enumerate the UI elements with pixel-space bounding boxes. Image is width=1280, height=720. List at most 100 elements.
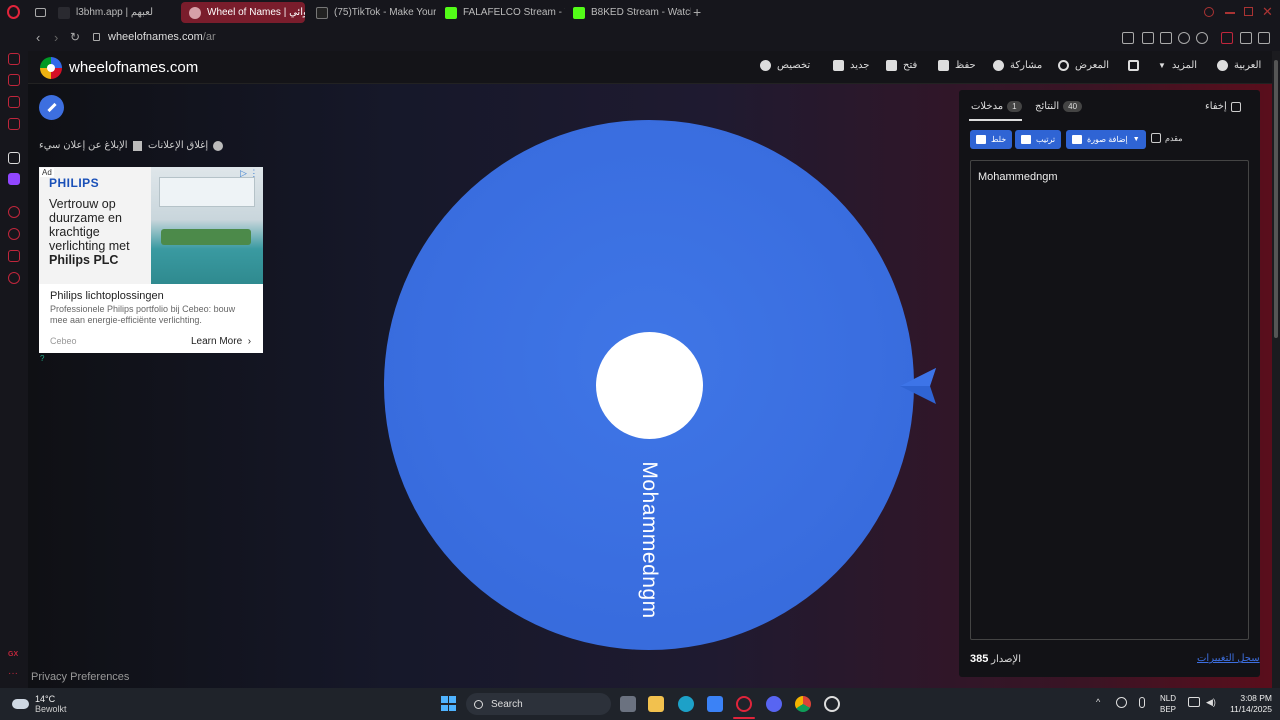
changelog-link[interactable]: سجل التغييرات [1197,653,1260,664]
extensions-icon[interactable] [8,250,20,262]
globe-icon [1217,60,1228,71]
tab-l3bhm[interactable]: l3bhm.app | لعبهم [50,2,178,23]
url-field[interactable]: wheelofnames.com/ar [108,31,216,43]
sort-button[interactable]: ترتيب [1015,130,1062,149]
opera-gx-taskbar-icon[interactable] [736,696,752,712]
tab-results[interactable]: النتائج 40 [1035,101,1083,112]
kick-sidebar-icon[interactable] [8,152,20,164]
language-indicator[interactable]: NLD BEP [1160,693,1176,715]
close-window-icon[interactable]: ✕ [1262,5,1273,18]
tab-entries[interactable]: مدخلات 1 [971,101,1022,112]
tray-expand-icon[interactable]: ^ [1096,697,1100,707]
menu-customize[interactable]: تخصيص [760,60,810,71]
player-icon[interactable] [8,74,20,86]
more-icon[interactable]: ··· [8,668,18,679]
history-icon[interactable] [8,206,20,218]
microphone-icon[interactable] [1139,697,1145,708]
aria-icon[interactable] [8,53,20,65]
advanced-toggle[interactable]: مقدم [1151,133,1182,143]
send-icon[interactable] [1178,32,1190,44]
heart-icon[interactable] [1196,32,1208,44]
tab-b8ked[interactable]: B8KED Stream - Watch L [565,2,691,23]
edge-icon[interactable] [678,696,694,712]
privacy-preferences-link[interactable]: Privacy Preferences [31,671,129,683]
gx-corner-icon[interactable] [8,96,20,108]
forward-icon[interactable]: › [54,30,58,45]
clock-icon[interactable] [8,228,20,240]
close-ads-link[interactable]: إغلاق الإعلانات [148,140,224,151]
network-icon[interactable] [1188,697,1200,707]
menu-open[interactable]: فتح [886,60,917,71]
wheel-hub[interactable] [596,332,703,439]
back-icon[interactable]: ‹ [36,30,40,45]
hide-checkbox[interactable] [1230,101,1241,112]
twitch-icon[interactable] [8,173,20,185]
tab-wheel-of-names[interactable]: Wheel of Names | عشوائي [181,2,305,23]
tab-results-label: النتائج [1035,101,1060,112]
ad-info-icon[interactable]: ? [40,354,44,363]
taskbar-search[interactable]: Search [466,693,611,715]
menu-label: تخصيص [777,60,811,71]
system-clock[interactable]: 3:08 PM 11/14/2025 [1226,693,1272,715]
menu-icon[interactable] [1258,32,1270,44]
tab-falafelco[interactable]: FALAFELCO Stream - Wat [437,2,565,23]
ad-source: Cebeo [50,336,77,346]
task-view-icon[interactable] [620,696,636,712]
tab-label: l3bhm.app | لعبهم [76,7,154,18]
discord-icon[interactable] [766,696,782,712]
vpn-icon[interactable] [1160,32,1172,44]
site-name[interactable]: wheelofnames.com [69,59,198,76]
search-tabs-icon[interactable] [1204,7,1214,17]
entries-textarea[interactable]: Mohammedngm [970,160,1249,640]
volume-icon[interactable]: ◀) [1206,697,1216,708]
new-tab-icon[interactable]: + [693,5,701,19]
menu-label: فتح [903,60,918,71]
hide-toggle[interactable]: إخفاء [1205,101,1241,112]
scrollbar-thumb[interactable] [1274,60,1278,338]
sync-icon[interactable] [1116,697,1127,708]
menu-save[interactable]: حفظ [938,60,976,71]
menu-new[interactable]: جديد [833,60,869,71]
menu-fullscreen[interactable] [1128,60,1139,71]
chevron-down-icon: ▼ [1158,61,1166,70]
download-icon[interactable] [1240,32,1252,44]
menu-more[interactable]: ▼ المزيد [1158,60,1197,71]
settings-icon[interactable] [8,272,20,284]
save-icon [938,60,949,71]
fullscreen-icon [1128,60,1139,71]
minimize-icon[interactable] [1225,12,1235,14]
windows-start-icon[interactable] [441,696,456,711]
ad-learn-more-button[interactable]: Learn More › [191,336,251,347]
tab-menu-icon[interactable] [35,8,46,17]
shuffle-button[interactable]: خلط [970,130,1013,149]
bookmark-icon[interactable] [1122,32,1134,44]
news-icon[interactable] [8,118,20,130]
maximize-icon[interactable] [1244,7,1253,16]
advertisement[interactable]: PHILIPS Ad Vertrouw op duurzame en krach… [39,167,263,353]
advanced-checkbox[interactable] [1151,133,1161,143]
ad-headline: Vertrouw op duurzame en krachtige verlic… [49,197,154,267]
wheel-logo-icon[interactable] [40,57,62,79]
chrome-icon[interactable] [795,696,811,712]
ad-description: Professionele Philips portfolio bij Cebe… [50,304,236,325]
add-image-button[interactable]: إضافة صورة ▼ [1066,130,1146,149]
store-icon[interactable] [707,696,723,712]
menu-share[interactable]: مشاركة [993,60,1042,71]
active-tab-indicator [969,119,1022,121]
reload-icon[interactable]: ↻ [70,30,80,44]
chevron-right-icon: › [244,336,252,347]
weather-widget[interactable]: 14°C Bewolkt [12,694,67,714]
edit-button[interactable] [39,95,64,120]
menu-language[interactable]: العربية [1217,60,1261,71]
tab-favicon-icon [189,6,201,19]
user-icon[interactable] [1221,32,1233,44]
folder-icon [886,60,897,71]
menu-gallery[interactable]: المعرض [1058,60,1109,71]
snapshot-icon[interactable] [1142,32,1154,44]
report-ad-link[interactable]: الإبلاغ عن إعلان سيء [39,140,142,151]
tab-tiktok[interactable]: (75)TikTok - Make Your D [308,2,436,23]
file-explorer-icon[interactable] [648,696,664,712]
opera-logo-icon[interactable] [7,5,20,19]
adchoices-icon[interactable]: ▷ ⋮ [240,168,258,179]
steam-icon[interactable] [824,696,840,712]
